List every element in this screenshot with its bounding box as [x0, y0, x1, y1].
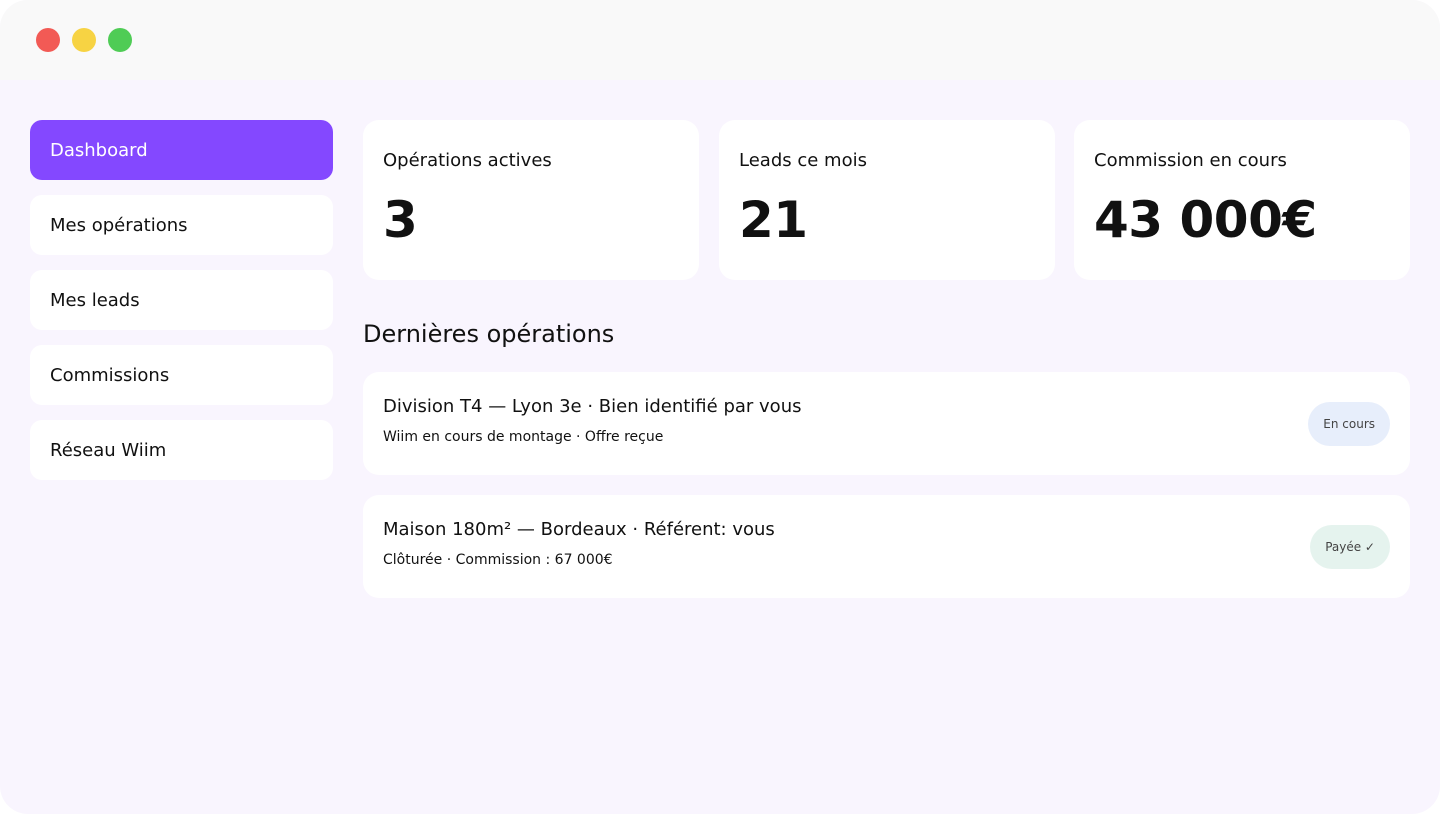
- sidebar-item-label: Mes leads: [50, 289, 140, 311]
- stats-row: Opérations actives 3 Leads ce mois 21 Co…: [363, 120, 1410, 280]
- operation-title: Maison 180m² — Bordeaux · Référent: vous: [383, 519, 775, 540]
- stat-card-monthly-leads: Leads ce mois 21: [719, 120, 1055, 280]
- status-badge: En cours: [1308, 402, 1390, 446]
- app-window: Dashboard Mes opérations Mes leads Commi…: [0, 0, 1440, 814]
- stat-value: 43 000€: [1094, 191, 1317, 249]
- sidebar-item-label: Commissions: [50, 364, 170, 386]
- sidebar-item-commissions[interactable]: Commissions: [30, 345, 333, 405]
- operation-title: Division T4 — Lyon 3e · Bien identifié p…: [383, 396, 802, 417]
- sidebar: Dashboard Mes opérations Mes leads Commi…: [30, 120, 333, 495]
- title-bar: [0, 0, 1440, 80]
- sidebar-item-network[interactable]: Réseau Wiim: [30, 420, 333, 480]
- sidebar-item-label: Réseau Wiim: [50, 439, 167, 461]
- stat-label: Commission en cours: [1094, 150, 1287, 171]
- stat-value: 3: [383, 191, 418, 249]
- stat-card-pending-commission: Commission en cours 43 000€: [1074, 120, 1410, 280]
- minimize-window-icon[interactable]: [72, 28, 96, 52]
- sidebar-item-label: Dashboard: [50, 139, 148, 161]
- stat-value: 21: [739, 191, 808, 249]
- sidebar-item-leads[interactable]: Mes leads: [30, 270, 333, 330]
- stat-card-active-operations: Opérations actives 3: [363, 120, 699, 280]
- operation-row[interactable]: Division T4 — Lyon 3e · Bien identifié p…: [363, 372, 1410, 475]
- stat-label: Opérations actives: [383, 150, 552, 171]
- operation-subtitle: Wiim en cours de montage · Offre reçue: [383, 429, 664, 445]
- sidebar-item-operations[interactable]: Mes opérations: [30, 195, 333, 255]
- sidebar-item-dashboard[interactable]: Dashboard: [30, 120, 333, 180]
- maximize-window-icon[interactable]: [108, 28, 132, 52]
- status-badge: Payée ✓: [1310, 525, 1390, 569]
- operation-subtitle: Clôturée · Commission : 67 000€: [383, 552, 613, 568]
- recent-operations-title: Dernières opérations: [363, 320, 615, 348]
- operation-row[interactable]: Maison 180m² — Bordeaux · Référent: vous…: [363, 495, 1410, 598]
- close-window-icon[interactable]: [36, 28, 60, 52]
- stat-label: Leads ce mois: [739, 150, 867, 171]
- sidebar-item-label: Mes opérations: [50, 214, 188, 236]
